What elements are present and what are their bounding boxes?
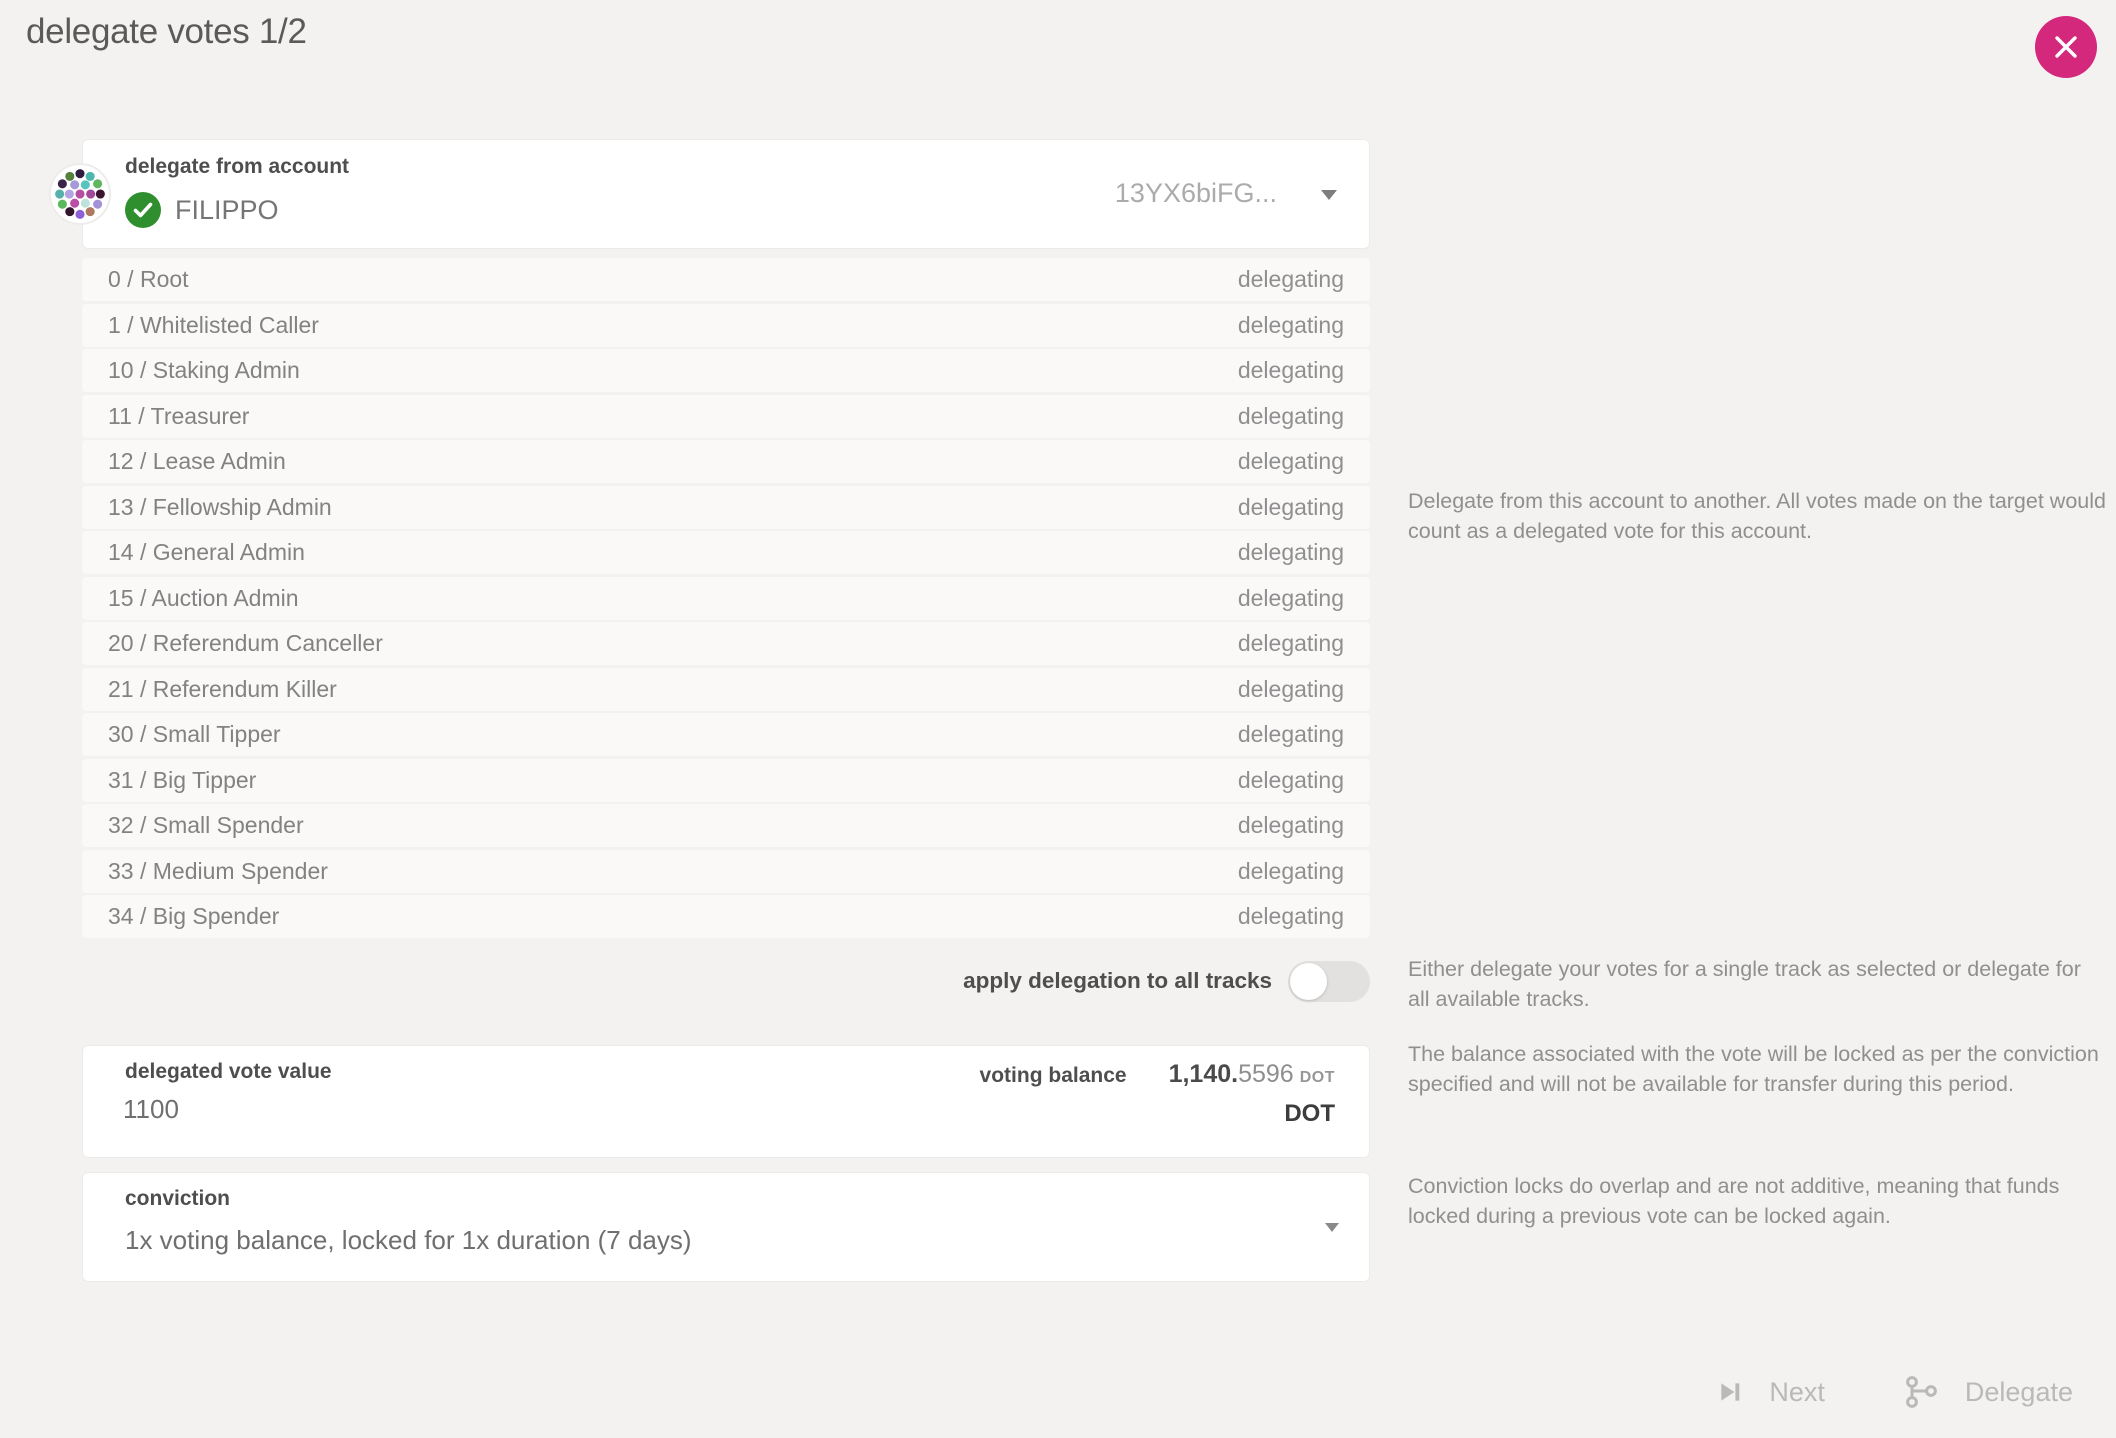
track-label: 10 / Staking Admin (108, 357, 300, 384)
track-label: 31 / Big Tipper (108, 767, 256, 794)
track-row[interactable]: 20 / Referendum Canceller delegating (82, 622, 1370, 665)
track-row[interactable]: 34 / Big Spender delegating (82, 895, 1370, 938)
track-status: delegating (1238, 266, 1344, 293)
close-button[interactable] (2035, 16, 2097, 78)
apply-all-tracks-label: apply delegation to all tracks (963, 968, 1272, 994)
track-row[interactable]: 14 / General Admin delegating (82, 531, 1370, 574)
track-status: delegating (1238, 585, 1344, 612)
track-row[interactable]: 15 / Auction Admin delegating (82, 577, 1370, 620)
track-label: 15 / Auction Admin (108, 585, 299, 612)
chevron-down-icon[interactable] (1321, 190, 1337, 200)
chevron-down-icon[interactable] (1325, 1223, 1339, 1232)
next-button-label: Next (1769, 1377, 1825, 1408)
track-status: delegating (1238, 812, 1344, 839)
page-title: delegate votes 1/2 (26, 12, 307, 52)
track-status: delegating (1238, 494, 1344, 521)
track-row[interactable]: 21 / Referendum Killer delegating (82, 668, 1370, 711)
conviction-label: conviction (125, 1187, 230, 1211)
track-status: delegating (1238, 903, 1344, 930)
balance-si-unit: DOT (1300, 1069, 1335, 1086)
conviction-value: 1x voting balance, locked for 1x duratio… (125, 1225, 692, 1256)
help-single-or-all-tracks: Either delegate your votes for a single … (1408, 955, 2108, 1014)
track-label: 32 / Small Spender (108, 812, 304, 839)
help-delegate-from: Delegate from this account to another. A… (1408, 487, 2108, 546)
track-status: delegating (1238, 858, 1344, 885)
track-row[interactable]: 13 / Fellowship Admin delegating (82, 486, 1370, 529)
track-label: 12 / Lease Admin (108, 448, 286, 475)
track-row[interactable]: 31 / Big Tipper delegating (82, 759, 1370, 802)
delegated-vote-value-label: delegated vote value (125, 1060, 332, 1084)
track-row[interactable]: 1 / Whitelisted Caller delegating (82, 304, 1370, 347)
track-row[interactable]: 0 / Root delegating (82, 258, 1370, 301)
delegated-vote-value-field: delegated vote value voting balance 1,14… (82, 1045, 1370, 1158)
track-label: 13 / Fellowship Admin (108, 494, 332, 521)
apply-all-tracks-row: apply delegation to all tracks (82, 958, 1370, 1004)
account-name: FILIPPO (175, 195, 279, 226)
account-address: 13YX6biFG... (1115, 178, 1277, 209)
track-row[interactable]: 10 / Staking Admin delegating (82, 349, 1370, 392)
delegate-button[interactable]: Delegate (1903, 1374, 2073, 1410)
close-icon (2053, 34, 2079, 60)
apply-all-tracks-toggle[interactable] (1288, 961, 1370, 1002)
help-balance-lock: The balance associated with the vote wil… (1408, 1040, 2108, 1099)
toggle-knob (1290, 963, 1327, 1000)
delegate-button-label: Delegate (1965, 1377, 2073, 1408)
track-status: delegating (1238, 312, 1344, 339)
delegate-branch-icon (1903, 1374, 1939, 1410)
track-status: delegating (1238, 676, 1344, 703)
track-row[interactable]: 32 / Small Spender delegating (82, 804, 1370, 847)
track-label: 11 / Treasurer (108, 403, 249, 430)
unit-dropdown[interactable]: DOT (1284, 1100, 1335, 1128)
next-button[interactable]: Next (1717, 1377, 1825, 1408)
track-row[interactable]: 33 / Medium Spender delegating (82, 850, 1370, 893)
track-label: 0 / Root (108, 266, 189, 293)
track-label: 30 / Small Tipper (108, 721, 281, 748)
track-status: delegating (1238, 448, 1344, 475)
account-select-label: delegate from account (125, 155, 349, 179)
track-label: 14 / General Admin (108, 539, 305, 566)
delegate-from-account-select[interactable]: delegate from account FILIPPO 13YX6biFG.… (82, 139, 1370, 249)
skip-next-icon (1717, 1379, 1743, 1405)
account-identicon (49, 163, 111, 225)
help-conviction-locks: Conviction locks do overlap and are not … (1408, 1172, 2108, 1231)
track-label: 20 / Referendum Canceller (108, 630, 383, 657)
track-label: 21 / Referendum Killer (108, 676, 337, 703)
track-label: 34 / Big Spender (108, 903, 279, 930)
verified-check-icon (125, 192, 161, 228)
track-row[interactable]: 12 / Lease Admin delegating (82, 440, 1370, 483)
track-row[interactable]: 30 / Small Tipper delegating (82, 713, 1370, 756)
delegated-vote-value-input[interactable] (123, 1094, 623, 1125)
track-status: delegating (1238, 721, 1344, 748)
track-status: delegating (1238, 403, 1344, 430)
voting-balance-label: voting balance (980, 1064, 1127, 1088)
track-row[interactable]: 11 / Treasurer delegating (82, 395, 1370, 438)
track-status: delegating (1238, 539, 1344, 566)
track-status: delegating (1238, 357, 1344, 384)
voting-balance-amount: 1,140.5596DOT (1169, 1060, 1335, 1089)
track-status: delegating (1238, 630, 1344, 657)
track-label: 33 / Medium Spender (108, 858, 328, 885)
footer-actions: Next Delegate (1717, 1368, 2073, 1416)
track-list: 0 / Root delegating 1 / Whitelisted Call… (82, 258, 1370, 941)
track-label: 1 / Whitelisted Caller (108, 312, 319, 339)
conviction-select[interactable]: conviction 1x voting balance, locked for… (82, 1172, 1370, 1282)
track-status: delegating (1238, 767, 1344, 794)
